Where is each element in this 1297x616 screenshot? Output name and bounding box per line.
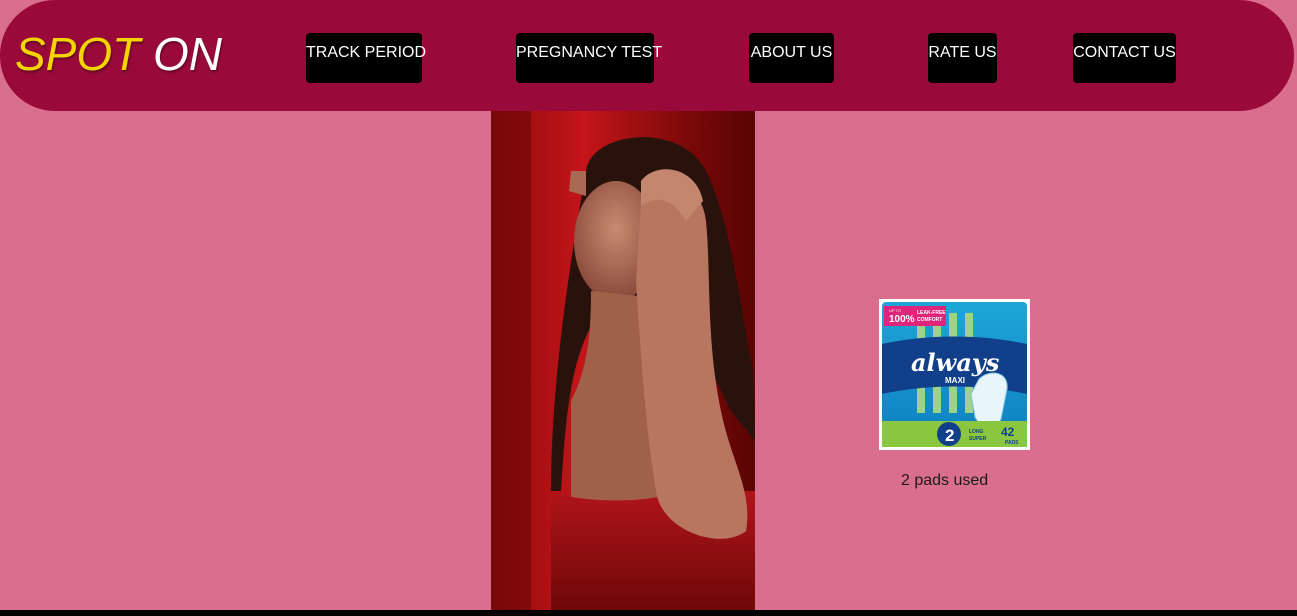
pad-size-desc1: LONG (969, 429, 984, 435)
pad-badge-line2: COMFORT (917, 317, 942, 323)
pad-count: 42 (1001, 425, 1015, 439)
nav-contact-us-button[interactable]: CONTACT US (1073, 33, 1176, 83)
always-pad-package: UP TO 100% LEAK-FREE COMFORT always MAXI… (879, 299, 1030, 450)
nav-pregnancy-test-button[interactable]: PREGNANCY TEST (516, 33, 662, 83)
logo[interactable]: SPOT ON (15, 28, 222, 80)
bottom-border (0, 610, 1297, 616)
pad-size-desc2: SUPER (969, 436, 987, 442)
nav-about-us-button[interactable]: ABOUT US (749, 33, 834, 83)
pad-count-unit: PADS (1005, 440, 1019, 446)
nav-track-period-button[interactable]: TRACK PERIOD (306, 33, 426, 83)
logo-on: ON (153, 28, 223, 80)
pad-brand: always (911, 348, 1000, 377)
pad-badge-line1: LEAK-FREE (917, 310, 946, 316)
pad-size-num: 2 (945, 426, 954, 445)
navbar: SPOT ON TRACK PERIOD PREGNANCY TEST ABOU… (0, 0, 1294, 111)
logo-spot: SPOT (15, 28, 141, 80)
pad-badge-upto: UP TO (889, 308, 901, 313)
woman-photo (491, 111, 755, 611)
pad-sub: MAXI (945, 376, 965, 385)
nav-rate-us-button[interactable]: RATE US (928, 33, 997, 83)
pad-size-label: SIZE (938, 428, 944, 440)
pad-badge-percent: 100% (889, 314, 915, 325)
pads-used-text: 2 pads used (901, 472, 989, 489)
